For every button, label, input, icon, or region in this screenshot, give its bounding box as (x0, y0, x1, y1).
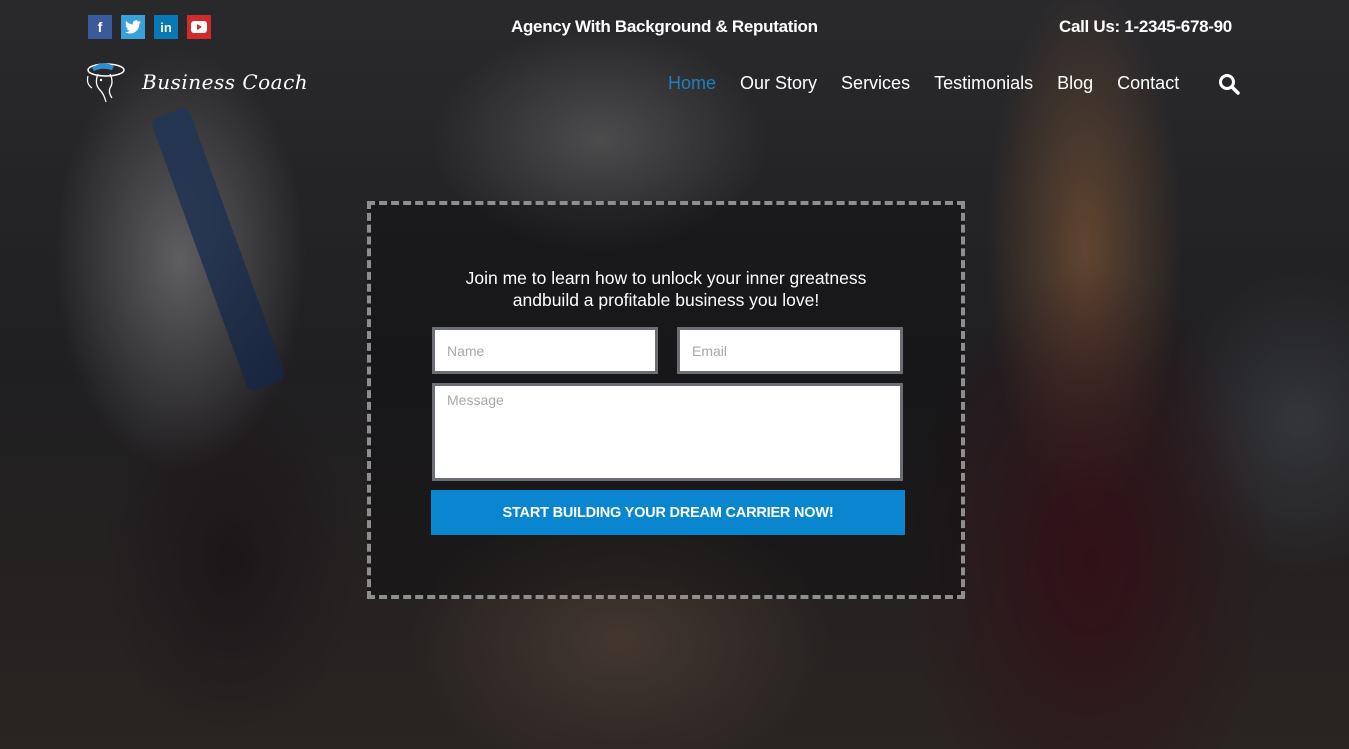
agency-tagline: Agency With Background & Reputation (511, 17, 818, 36)
logo-woman-hat-icon (86, 63, 125, 103)
nav-item-blog[interactable]: Blog (1057, 73, 1093, 94)
social-links: f in (88, 15, 211, 39)
logo-text: Business Coach (142, 70, 309, 94)
nav-item-home[interactable]: Home (668, 73, 716, 94)
email-input[interactable] (677, 327, 903, 374)
twitter-bird-glyph (125, 20, 141, 34)
nav-item-our-story[interactable]: Our Story (740, 73, 817, 94)
site-logo[interactable]: Business Coach (84, 58, 308, 106)
name-input[interactable] (432, 327, 658, 374)
facebook-icon[interactable]: f (88, 15, 112, 39)
youtube-play-glyph (191, 21, 207, 33)
form-headline: Join me to learn how to unlock your inne… (371, 267, 961, 311)
search-icon[interactable] (1218, 73, 1240, 95)
message-textarea[interactable] (432, 383, 903, 481)
main-nav: Home Our Story Services Testimonials Blo… (668, 73, 1179, 94)
twitter-icon[interactable] (121, 15, 145, 39)
nav-item-testimonials[interactable]: Testimonials (934, 73, 1033, 94)
contact-form-card: Join me to learn how to unlock your inne… (367, 201, 965, 599)
form-headline-line-2: andbuild a profitable business you love! (512, 290, 820, 310)
phone-number: Call Us: 1-2345-678-90 (1059, 17, 1232, 36)
nav-item-contact[interactable]: Contact (1117, 73, 1179, 94)
linkedin-icon[interactable]: in (154, 15, 178, 39)
submit-button[interactable]: START BUILDING YOUR DREAM CARRIER NOW! (431, 490, 905, 535)
form-headline-line-1: Join me to learn how to unlock your inne… (465, 268, 867, 288)
magnifier-glyph (1219, 74, 1240, 95)
youtube-icon[interactable] (187, 15, 211, 39)
nav-item-services[interactable]: Services (841, 73, 910, 94)
